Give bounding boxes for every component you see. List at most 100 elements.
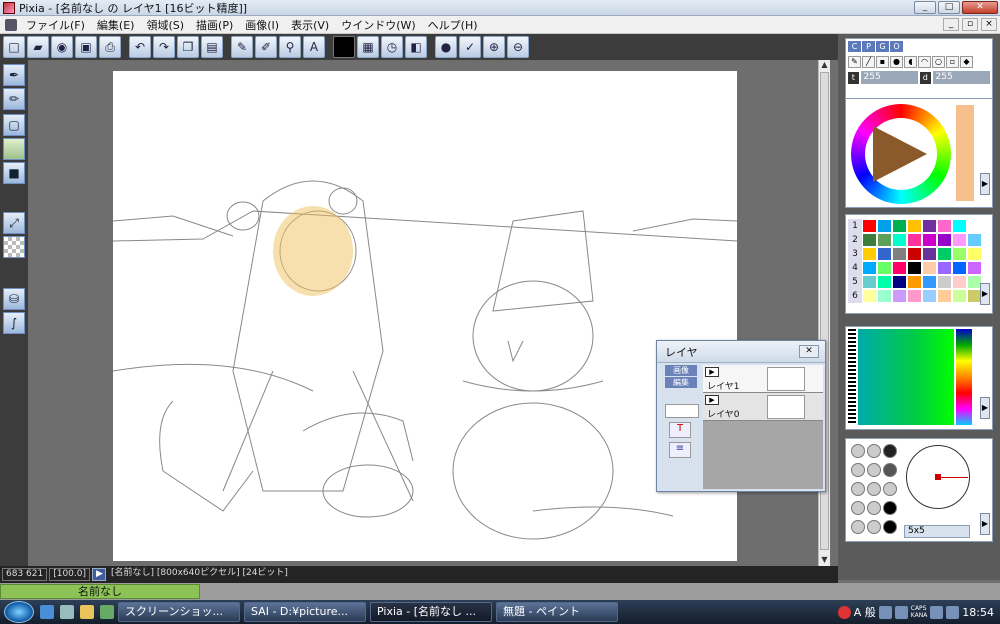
transform-icon[interactable]: ⤢	[3, 212, 25, 234]
taskbar-task[interactable]: 無題 - ペイント	[496, 602, 618, 622]
undo-icon[interactable]: ↶	[129, 36, 151, 58]
layer-icon[interactable]: ◧	[405, 36, 427, 58]
layer-image-button[interactable]: 画像	[665, 365, 697, 376]
start-button[interactable]	[4, 601, 34, 623]
palette-swatch[interactable]	[937, 275, 952, 289]
image-icon[interactable]: ▦	[357, 36, 379, 58]
tab-g[interactable]: G	[876, 41, 889, 52]
layer-visibility-icon[interactable]: ▶	[705, 367, 719, 377]
document-tab[interactable]: 名前なし	[0, 584, 200, 599]
brush-shape-icon[interactable]	[883, 501, 897, 515]
zoom-out-icon[interactable]: ⊖	[507, 36, 529, 58]
color-triangle[interactable]	[873, 126, 927, 182]
text-tool-icon[interactable]: A	[303, 36, 325, 58]
palette-row-number[interactable]: 3	[848, 247, 862, 261]
brush-shape-icon[interactable]	[867, 501, 881, 515]
tab-p[interactable]: P	[862, 41, 875, 52]
palette-swatch[interactable]	[967, 247, 982, 261]
sai-icon[interactable]	[100, 605, 114, 619]
menu-window[interactable]: ウインドウ(W)	[335, 17, 421, 33]
document-icon[interactable]	[5, 18, 17, 31]
brush-shape-icon[interactable]	[883, 520, 897, 534]
record-icon[interactable]: ●	[435, 36, 457, 58]
palette-row-number[interactable]: 6	[848, 289, 862, 303]
palette-swatch[interactable]	[862, 289, 877, 303]
paint-bucket-icon[interactable]: ⛁	[3, 288, 25, 310]
color-panel-expand-button[interactable]: ▶	[980, 173, 990, 195]
palette-row-number[interactable]: 5	[848, 275, 862, 289]
palette-swatch[interactable]	[877, 247, 892, 261]
brush-dot-icon[interactable]: ●	[890, 56, 903, 68]
ime-indicator[interactable]: A 般	[854, 604, 876, 620]
transparency-icon[interactable]	[3, 236, 25, 258]
palette-swatch[interactable]	[922, 275, 937, 289]
fill-swatch-icon[interactable]	[3, 138, 25, 160]
clock-icon[interactable]: ◷	[381, 36, 403, 58]
tab-c[interactable]: C	[848, 41, 861, 52]
brush-shape-icon[interactable]	[883, 482, 897, 496]
brush-preview-circle[interactable]	[906, 445, 970, 509]
layer-opacity-field[interactable]	[665, 404, 699, 418]
current-color-swatch[interactable]	[333, 36, 355, 58]
brush-shape-icon[interactable]	[883, 444, 897, 458]
menu-file[interactable]: ファイル(F)	[20, 17, 91, 33]
palette-swatch[interactable]	[892, 289, 907, 303]
ie-icon[interactable]	[40, 605, 54, 619]
brush-shape-icon[interactable]	[851, 463, 865, 477]
shape-tool-icon[interactable]: ■	[3, 162, 25, 184]
save-icon[interactable]: ▣	[75, 36, 97, 58]
brush-shape-icon[interactable]	[867, 444, 881, 458]
scroll-down-arrow[interactable]: ▼	[819, 555, 830, 566]
menu-view[interactable]: 表示(V)	[285, 17, 335, 33]
palette-swatch[interactable]	[922, 247, 937, 261]
layer-row[interactable]: ▶ レイヤ1	[703, 365, 823, 393]
palette-swatch[interactable]	[877, 233, 892, 247]
palette-swatch[interactable]	[952, 247, 967, 261]
scroll-up-arrow[interactable]: ▲	[819, 60, 830, 71]
menu-edit[interactable]: 編集(E)	[91, 17, 141, 33]
taskbar-task[interactable]: スクリーンショッ...	[118, 602, 240, 622]
mdi-restore-button[interactable]: ▫	[962, 18, 978, 31]
brush-square-icon[interactable]: ▫	[946, 56, 959, 68]
tab-o[interactable]: O	[890, 41, 903, 52]
menu-image[interactable]: 画像(I)	[239, 17, 285, 33]
paste-icon[interactable]: ▤	[201, 36, 223, 58]
magnifier-icon[interactable]: ⚲	[279, 36, 301, 58]
palette-swatch[interactable]	[892, 275, 907, 289]
palette-swatch[interactable]	[892, 219, 907, 233]
clock[interactable]: 18:54	[962, 606, 994, 619]
palette-swatch[interactable]	[907, 289, 922, 303]
close-button[interactable]: ✕	[962, 1, 998, 14]
palette-swatch[interactable]	[862, 247, 877, 261]
brush-pencil-icon[interactable]: ✎	[848, 56, 861, 68]
copy-icon[interactable]: ❐	[177, 36, 199, 58]
brush-shape-icon[interactable]	[851, 520, 865, 534]
palette-swatch[interactable]	[922, 233, 937, 247]
palette-swatch[interactable]	[922, 289, 937, 303]
drawing-canvas[interactable]	[112, 71, 738, 561]
palette-swatch[interactable]	[967, 219, 982, 233]
palette-swatch[interactable]	[967, 233, 982, 247]
brush-shape-icon[interactable]	[867, 482, 881, 496]
palette-swatch[interactable]	[892, 233, 907, 247]
desktop-icon[interactable]	[60, 605, 74, 619]
layer-row[interactable]: ▶ レイヤ0	[703, 393, 823, 421]
palette-swatch[interactable]	[922, 261, 937, 275]
palette-swatch[interactable]	[937, 247, 952, 261]
gradient-picker[interactable]	[858, 329, 954, 425]
color-wheel[interactable]	[851, 104, 951, 204]
rect-select-icon[interactable]: ▢	[3, 114, 25, 136]
palette-swatch[interactable]	[877, 289, 892, 303]
maximize-button[interactable]: □	[938, 1, 960, 14]
tray-app-icon[interactable]	[837, 605, 851, 619]
d-value-field[interactable]: 255	[932, 71, 990, 84]
palette-swatch[interactable]	[907, 219, 922, 233]
brush-shape-icon[interactable]	[851, 482, 865, 496]
palette-swatch[interactable]	[862, 275, 877, 289]
brush-diamond-icon[interactable]: ◆	[960, 56, 973, 68]
palette-swatch[interactable]	[892, 261, 907, 275]
redo-icon[interactable]: ↷	[153, 36, 175, 58]
palette-swatch[interactable]	[877, 261, 892, 275]
brush-shape-icon[interactable]	[867, 520, 881, 534]
tray-network-icon[interactable]	[930, 605, 944, 619]
